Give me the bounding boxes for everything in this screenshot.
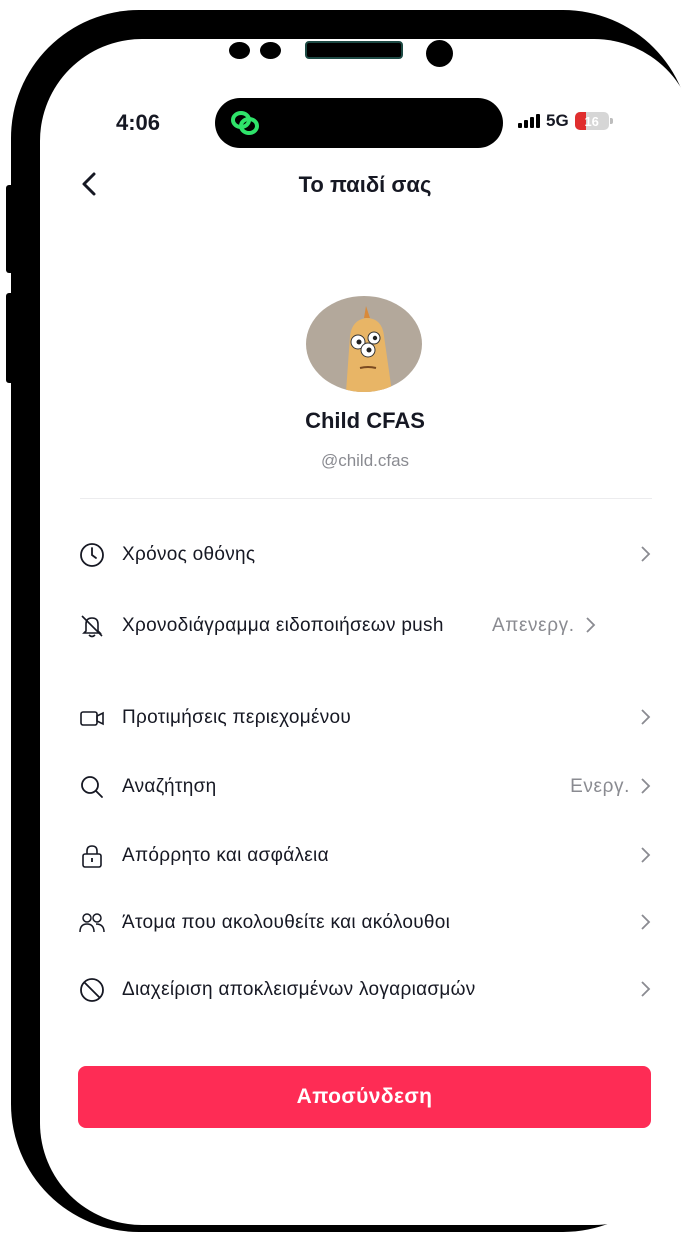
menu-item-screen-time[interactable]: Χρόνος οθόνης <box>78 543 652 569</box>
menu-label: Αναζήτηση <box>122 776 217 797</box>
signal-icon <box>518 114 540 128</box>
block-icon <box>80 978 104 1002</box>
menu-item-search[interactable]: Αναζήτηση Ενεργ. <box>78 775 652 801</box>
chevron-right-icon <box>641 709 651 725</box>
chevron-right-icon <box>641 914 651 930</box>
chevron-right-icon <box>641 778 651 794</box>
menu-label: Άτομα που ακολουθείτε και ακόλουθοι <box>122 912 451 933</box>
menu-item-following-followers[interactable]: Άτομα που ακολουθείτε και ακόλουθοι <box>78 911 652 937</box>
menu-item-push-schedule[interactable]: Χρονοδιάγραμμα ειδοποιήσεων push Απενεργ… <box>78 614 652 640</box>
status-indicators: 5G 16 <box>518 111 613 131</box>
lock-icon <box>82 845 102 868</box>
avatar-character-image <box>346 306 392 392</box>
chevron-right-icon <box>641 981 651 997</box>
menu-value: Ενεργ. <box>570 776 630 797</box>
chevron-right-icon <box>641 847 651 863</box>
menu-value: Απενεργ. <box>492 615 575 636</box>
link-icon <box>231 111 259 135</box>
battery-tip <box>609 118 613 124</box>
battery-level: 16 <box>584 113 599 129</box>
divider <box>80 498 652 499</box>
menu-label: Προτιμήσεις περιεχομένου <box>122 707 352 728</box>
menu-item-content-preferences[interactable]: Προτιμήσεις περιεχομένου <box>78 706 652 732</box>
menu-label: Χρονοδιάγραμμα ειδοποιήσεων push <box>122 615 444 636</box>
profile-handle: @child.cfas <box>320 451 410 470</box>
video-icon <box>80 711 104 726</box>
sensor-dot <box>260 42 281 59</box>
disconnect-button[interactable]: Αποσύνδεση <box>78 1066 651 1128</box>
clock-icon <box>80 543 104 567</box>
chevron-right-icon <box>585 617 595 633</box>
menu-label: Χρόνος οθόνης <box>122 544 256 565</box>
search-icon <box>81 776 103 798</box>
menu-label: Διαχείριση αποκλεισμένων λογαριασμών <box>122 979 476 1000</box>
dynamic-island <box>215 98 503 148</box>
profile-name: Child CFAS <box>305 408 425 433</box>
chevron-left-icon[interactable] <box>78 170 102 198</box>
speaker-grille <box>305 41 403 59</box>
menu-label: Απόρρητο και ασφάλεια <box>122 845 329 866</box>
chevron-right-icon <box>641 546 651 562</box>
status-time: 4:06 <box>116 110 161 135</box>
sensor-dot <box>229 42 250 59</box>
front-camera <box>426 40 453 67</box>
network-label: 5G <box>546 111 569 130</box>
avatar[interactable] <box>306 296 422 392</box>
bell-off-icon <box>81 615 103 638</box>
page-title: Το παιδί σας <box>298 172 432 197</box>
users-icon <box>79 913 105 933</box>
menu-item-privacy-safety[interactable]: Απόρρητο και ασφάλεια <box>78 844 652 870</box>
battery-icon: 16 <box>574 112 609 130</box>
menu-item-blocked-accounts[interactable]: Διαχείριση αποκλεισμένων λογαριασμών <box>78 978 652 1004</box>
